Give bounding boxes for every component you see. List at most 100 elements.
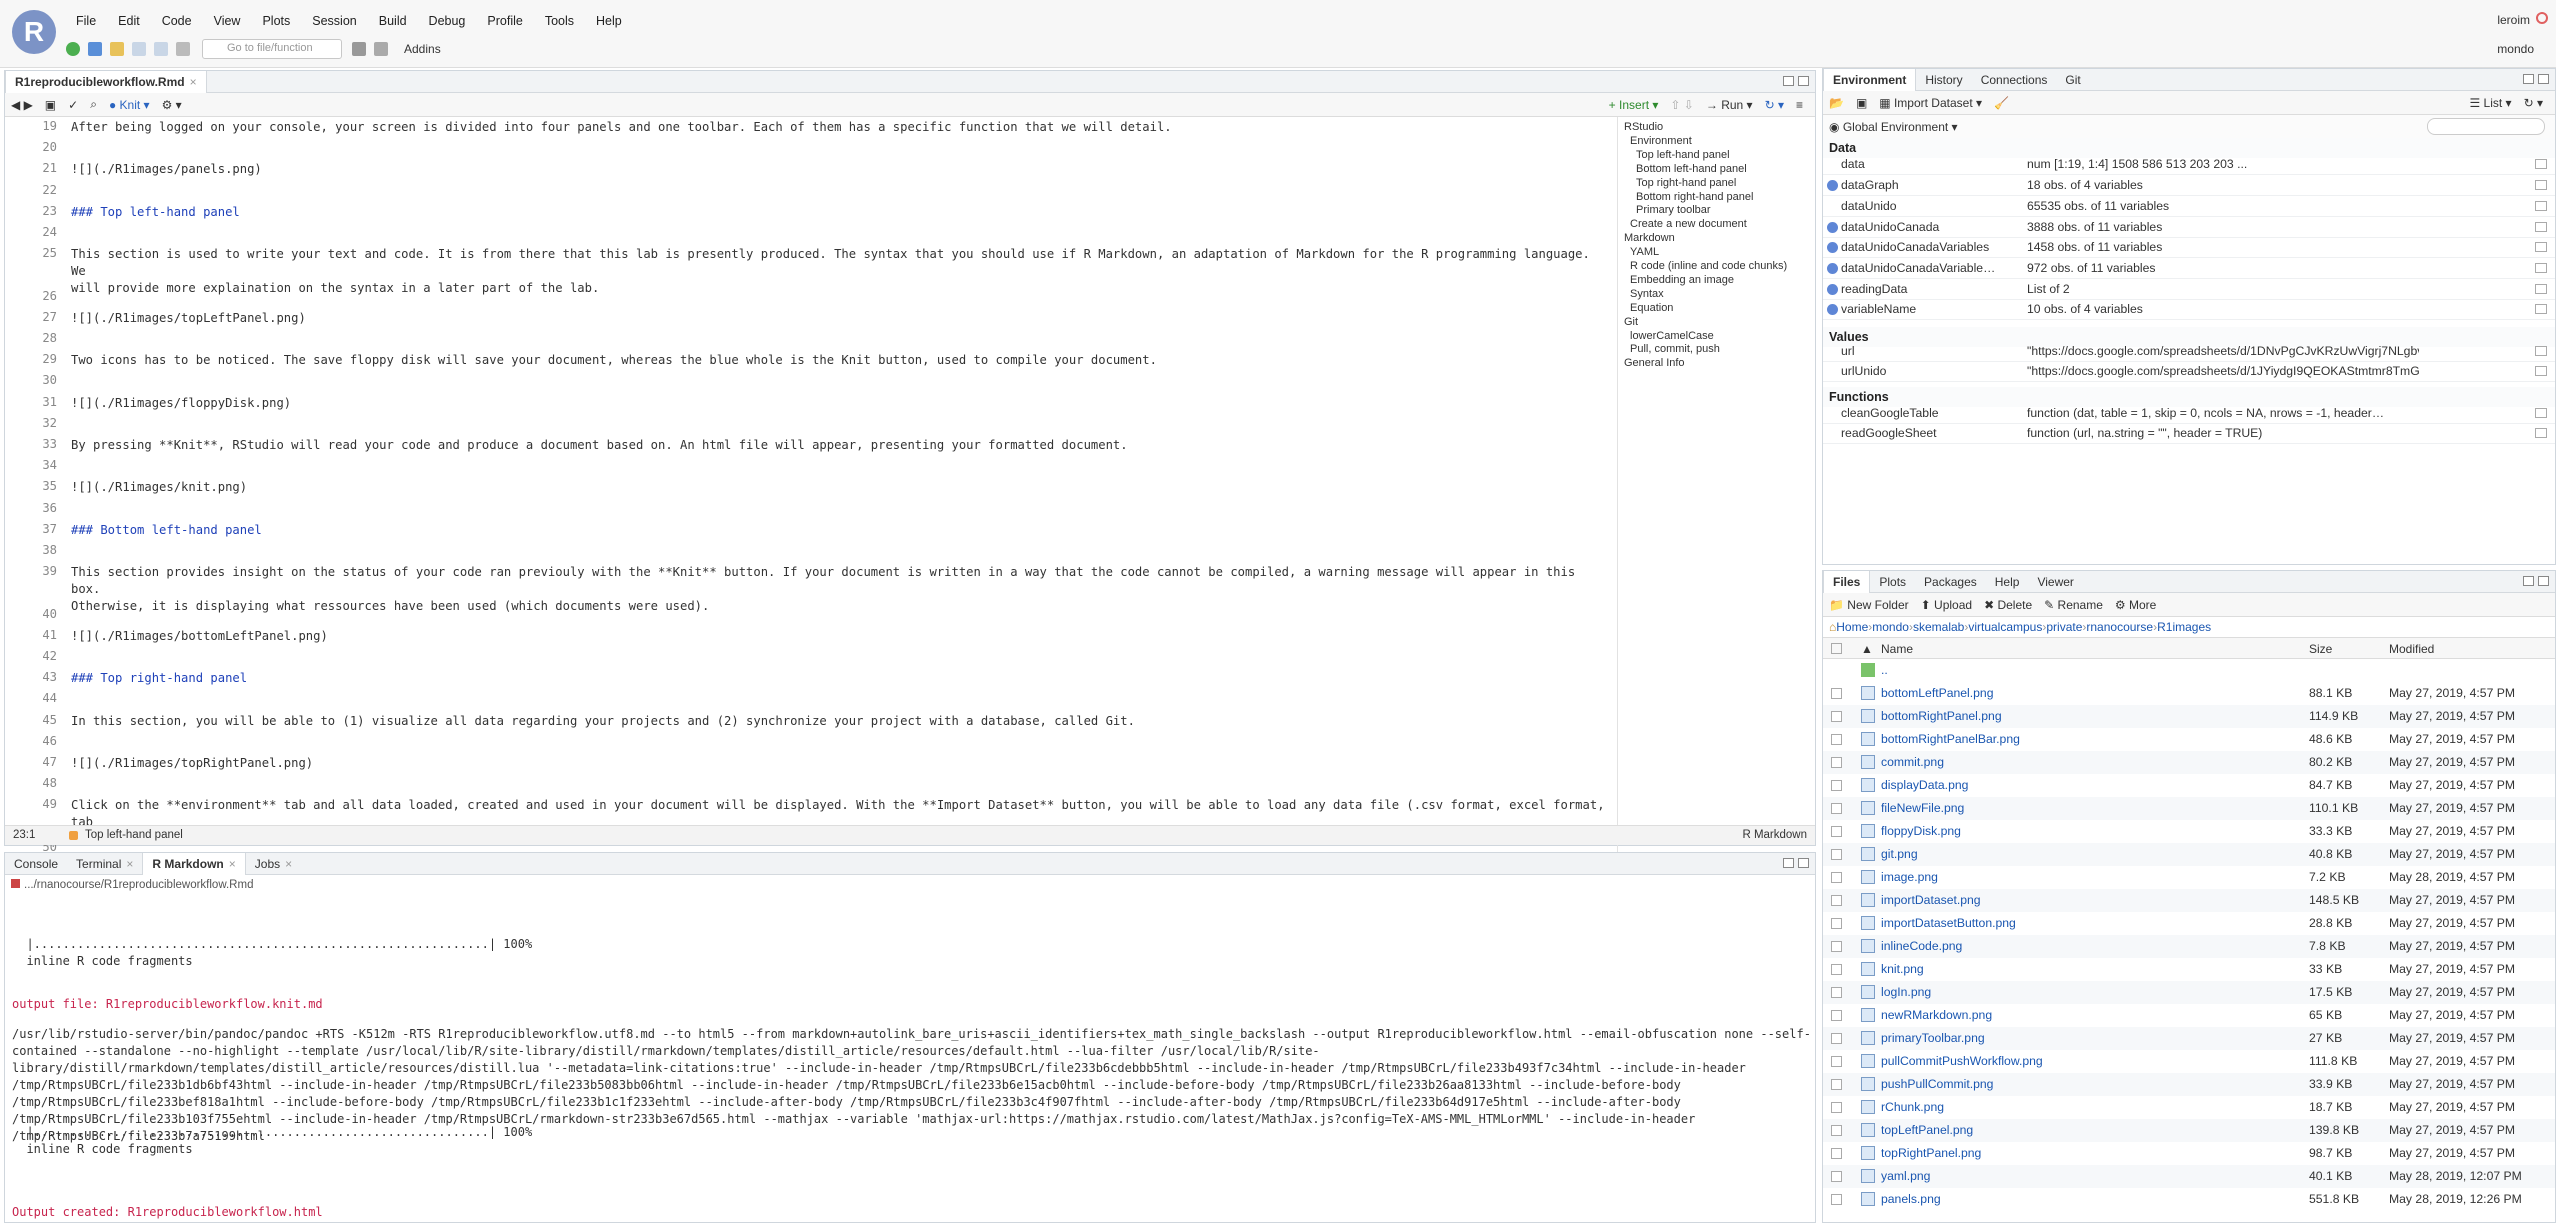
file-name[interactable]: bottomRightPanel.png bbox=[1881, 709, 2002, 723]
grid-view-icon[interactable] bbox=[2535, 408, 2547, 418]
env-row[interactable]: urlUnido "https://docs.google.com/spreads… bbox=[1823, 361, 2555, 382]
outline-item[interactable]: Bottom right-hand panel bbox=[1636, 191, 1753, 203]
file-row[interactable]: bottomRightPanelBar.png 48.6 KB May 27, 20… bbox=[1823, 728, 2555, 751]
file-checkbox[interactable] bbox=[1831, 1148, 1842, 1159]
file-row[interactable]: primaryToolbar.png 27 KB May 27, 2019, 4:5… bbox=[1823, 1027, 2555, 1050]
grid-view-icon[interactable] bbox=[2535, 284, 2547, 294]
file-name[interactable]: image.png bbox=[1881, 870, 1938, 884]
file-checkbox[interactable] bbox=[1831, 1194, 1842, 1205]
grid-view-icon[interactable] bbox=[2535, 201, 2547, 211]
outline-item[interactable]: lowerCamelCase bbox=[1630, 330, 1714, 342]
save-icon[interactable] bbox=[132, 42, 146, 56]
header-name[interactable]: Name bbox=[1881, 642, 1913, 656]
file-row[interactable]: importDatasetButton.png 28.8 KB May 27, 20… bbox=[1823, 912, 2555, 935]
close-icon[interactable]: × bbox=[285, 857, 292, 871]
breadcrumb-item[interactable]: Home bbox=[1836, 620, 1868, 634]
menu-item-tools[interactable]: Tools bbox=[545, 14, 574, 28]
env-row[interactable]: variableName 10 obs. of 4 variables bbox=[1823, 299, 2555, 320]
console-tab-r-markdown[interactable]: R Markdown × bbox=[142, 852, 246, 875]
files-tab-viewer[interactable]: Viewer bbox=[2028, 571, 2082, 593]
file-checkbox[interactable] bbox=[1831, 941, 1842, 952]
file-name[interactable]: panels.png bbox=[1881, 1192, 1941, 1206]
print-icon[interactable] bbox=[176, 42, 190, 56]
file-checkbox[interactable] bbox=[1831, 987, 1842, 998]
outline-item[interactable]: R code (inline and code chunks) bbox=[1630, 260, 1787, 272]
file-checkbox[interactable] bbox=[1831, 918, 1842, 929]
file-row[interactable]: pullCommitPushWorkflow.png 111.8 KB May 27… bbox=[1823, 1050, 2555, 1073]
file-checkbox[interactable] bbox=[1831, 780, 1842, 791]
file-name[interactable]: floppyDisk.png bbox=[1881, 824, 1961, 838]
grid-view-icon[interactable] bbox=[2535, 159, 2547, 169]
outline-item[interactable]: Embedding an image bbox=[1630, 274, 1734, 286]
env-row[interactable]: readingData List of 2 bbox=[1823, 279, 2555, 300]
close-icon[interactable]: × bbox=[229, 857, 236, 871]
console-tab-terminal[interactable]: Terminal × bbox=[67, 853, 142, 875]
file-row[interactable]: image.png 7.2 KB May 28, 2019, 4:57 PM bbox=[1823, 866, 2555, 889]
file-checkbox[interactable] bbox=[1831, 895, 1842, 906]
file-row[interactable]: pushPullCommit.png 33.9 KB May 27, 2019, 4… bbox=[1823, 1073, 2555, 1096]
file-row[interactable]: yaml.png 40.1 KB May 28, 2019, 12:07 PM bbox=[1823, 1165, 2555, 1188]
file-row[interactable]: panels.png 551.8 KB May 28, 2019, 12:26 PM bbox=[1823, 1188, 2555, 1211]
outline-item[interactable]: General Info bbox=[1624, 357, 1685, 369]
file-row[interactable]: inlineCode.png 7.8 KB May 27, 2019, 4:57 P… bbox=[1823, 935, 2555, 958]
header-size[interactable]: Size bbox=[2309, 642, 2332, 656]
file-name[interactable]: pullCommitPushWorkflow.png bbox=[1881, 1054, 2043, 1068]
knit-button[interactable]: ● Knit ▾ bbox=[109, 98, 150, 112]
file-checkbox[interactable] bbox=[1831, 1079, 1842, 1090]
more-button[interactable]: ⚙ More bbox=[2115, 598, 2156, 612]
file-checkbox[interactable] bbox=[1831, 964, 1842, 975]
file-name[interactable]: importDataset.png bbox=[1881, 893, 1981, 907]
env-row[interactable]: dataGraph 18 obs. of 4 variables bbox=[1823, 175, 2555, 196]
menu-item-code[interactable]: Code bbox=[162, 14, 192, 28]
breadcrumb-item[interactable]: R1images bbox=[2157, 620, 2211, 634]
env-row[interactable]: readGoogleSheet function (url, na.string … bbox=[1823, 423, 2555, 444]
outline-item[interactable]: Create a new document bbox=[1630, 218, 1747, 230]
env-row[interactable]: url "https://docs.google.com/spreadsheets… bbox=[1823, 341, 2555, 362]
grid-view-icon[interactable] bbox=[2535, 180, 2547, 190]
expand-icon[interactable] bbox=[1827, 284, 1838, 295]
file-checkbox[interactable] bbox=[1831, 1102, 1842, 1113]
file-name[interactable]: pushPullCommit.png bbox=[1881, 1077, 1993, 1091]
breadcrumb-item[interactable]: rnanocourse bbox=[2086, 620, 2153, 634]
file-checkbox[interactable] bbox=[1831, 1125, 1842, 1136]
file-row[interactable]: logIn.png 17.5 KB May 27, 2019, 4:57 PM bbox=[1823, 981, 2555, 1004]
maximize-icon[interactable] bbox=[1798, 858, 1809, 868]
file-row[interactable]: git.png 40.8 KB May 27, 2019, 4:57 PM bbox=[1823, 843, 2555, 866]
home-icon[interactable]: ⌂ bbox=[1829, 620, 1836, 634]
grid-view-icon[interactable] bbox=[2535, 428, 2547, 438]
outline-item[interactable]: Bottom left-hand panel bbox=[1636, 163, 1747, 175]
file-name[interactable]: bottomRightPanelBar.png bbox=[1881, 732, 2020, 746]
files-tab-help[interactable]: Help bbox=[1986, 571, 2029, 593]
search-icon[interactable]: ⌕ bbox=[90, 97, 97, 112]
minimize-icon[interactable] bbox=[1783, 858, 1794, 868]
file-checkbox[interactable] bbox=[1831, 757, 1842, 768]
menu-item-build[interactable]: Build bbox=[379, 14, 407, 28]
breadcrumb-item[interactable]: private bbox=[2046, 620, 2082, 634]
file-name[interactable]: newRMarkdown.png bbox=[1881, 1008, 1992, 1022]
file-checkbox[interactable] bbox=[1831, 1171, 1842, 1182]
current-section[interactable]: Top left-hand panel bbox=[85, 829, 183, 841]
file-checkbox[interactable] bbox=[1831, 826, 1842, 837]
file-row[interactable]: commit.png 80.2 KB May 27, 2019, 4:57 PM bbox=[1823, 751, 2555, 774]
console-tab-jobs[interactable]: Jobs × bbox=[246, 853, 301, 875]
grid-view-icon[interactable] bbox=[2535, 366, 2547, 376]
file-name[interactable]: inlineCode.png bbox=[1881, 939, 1962, 953]
minimize-icon[interactable] bbox=[1783, 76, 1794, 86]
project-menu[interactable]: mondo bbox=[2497, 42, 2534, 56]
expand-icon[interactable] bbox=[1827, 304, 1838, 315]
outline-item[interactable]: Top left-hand panel bbox=[1636, 149, 1730, 161]
file-row[interactable]: importDataset.png 148.5 KB May 27, 2019, 4… bbox=[1823, 889, 2555, 912]
env-row[interactable]: dataUnidoCanadaVariable… 972 obs. of 11 v… bbox=[1823, 258, 2555, 279]
menu-item-debug[interactable]: Debug bbox=[429, 14, 466, 28]
delete-button[interactable]: ✖ Delete bbox=[1984, 598, 2032, 612]
git-menu-icon[interactable] bbox=[352, 42, 366, 56]
file-checkbox[interactable] bbox=[1831, 803, 1842, 814]
files-tab-files[interactable]: Files bbox=[1823, 570, 1871, 593]
breadcrumb-item[interactable]: mondo bbox=[1872, 620, 1909, 634]
minimize-icon[interactable] bbox=[2523, 576, 2534, 586]
outline-item[interactable]: Git bbox=[1624, 316, 1638, 328]
rename-button[interactable]: ✎ Rename bbox=[2044, 598, 2103, 612]
files-tab-packages[interactable]: Packages bbox=[1915, 571, 1986, 593]
env-row[interactable]: dataUnidoCanadaVariables 1458 obs. of 11 … bbox=[1823, 237, 2555, 258]
outline-item[interactable]: Equation bbox=[1630, 302, 1673, 314]
